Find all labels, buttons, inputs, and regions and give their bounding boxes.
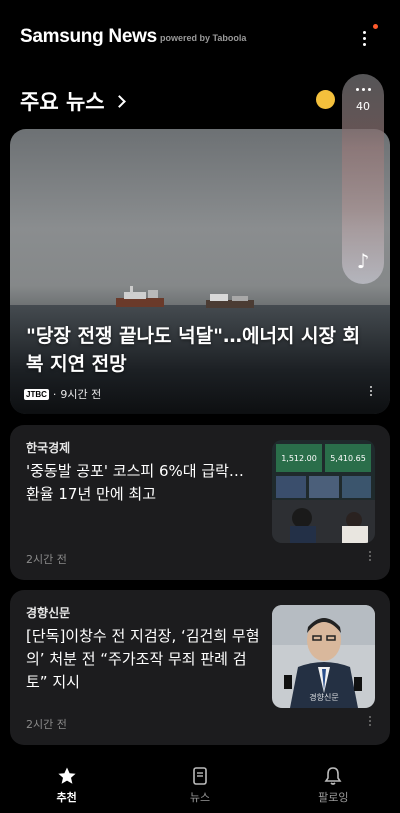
thumb-watermark: 경향신문 xyxy=(309,692,338,702)
news-headline[interactable]: '중동발 공포' 코스피 6%대 급락… 환율 17년 만에 최고 xyxy=(26,460,262,506)
jtbc-logo-icon: JTBC xyxy=(24,388,49,400)
bell-icon xyxy=(324,767,342,785)
nav-tab-news[interactable]: 뉴스 xyxy=(133,758,266,813)
more-options-icon[interactable] xyxy=(369,716,371,726)
news-icon xyxy=(193,767,207,785)
powered-by-label: powered by Taboola xyxy=(160,33,247,43)
news-source: 경향신문 xyxy=(26,606,71,620)
thumb-label-kospi: 5,410.65 xyxy=(330,454,366,463)
music-note-icon[interactable]: ♪ xyxy=(350,248,376,274)
news-thumbnail: 1,512.00 5,410.65 xyxy=(272,440,375,543)
hero-news-card[interactable]: "당장 전쟁 끝나도 넉달"…에너지 시장 회복 지연 전망 JTBC · 9시… xyxy=(10,129,390,414)
more-options-icon[interactable] xyxy=(369,551,371,561)
ship-image xyxy=(116,286,164,307)
thumb-label-usd: 1,512.00 xyxy=(281,454,317,463)
nav-tab-following[interactable]: 팔로잉 xyxy=(267,758,400,813)
separator-dot: · xyxy=(52,387,57,401)
nav-label: 추천 xyxy=(56,791,77,804)
brand-logo[interactable]: Samsung News xyxy=(20,26,157,48)
hero-time: 9시간 전 xyxy=(60,388,102,401)
more-vert-icon[interactable] xyxy=(352,26,376,50)
hero-meta: JTBC · 9시간 전 xyxy=(24,386,101,402)
chevron-right-icon xyxy=(112,94,126,108)
nav-label: 팔로잉 xyxy=(318,791,349,804)
bottom-navigation: 추천 뉴스 팔로잉 xyxy=(0,758,400,813)
hero-headline[interactable]: "당장 전쟁 끝나도 넉달"…에너지 시장 회복 지연 전망 xyxy=(26,322,376,378)
news-headline[interactable]: [단독]이창수 전 지검장, ‘김건희 무혐의’ 처분 전 “주가조작 무죄 판… xyxy=(26,625,262,694)
news-time: 2시간 전 xyxy=(26,553,67,566)
section-title-link[interactable]: 주요 뉴스 xyxy=(20,86,126,116)
news-thumbnail: 경향신문 xyxy=(272,605,375,708)
news-source: 한국경제 xyxy=(26,441,71,455)
nav-tab-recommend[interactable]: 추천 xyxy=(0,758,133,813)
star-icon xyxy=(58,767,76,784)
floating-music-widget[interactable]: 40 ♪ xyxy=(342,74,384,284)
widget-menu-icon[interactable] xyxy=(342,88,384,91)
section-title: 주요 뉴스 xyxy=(20,90,105,114)
app-header: Samsung News powered by Taboola xyxy=(0,0,400,72)
notification-dot xyxy=(373,24,378,29)
news-card[interactable]: 한국경제 '중동발 공포' 코스피 6%대 급락… 환율 17년 만에 최고 2… xyxy=(10,425,390,580)
widget-count: 40 xyxy=(356,100,370,113)
news-time: 2시간 전 xyxy=(26,718,67,731)
news-card[interactable]: 경향신문 [단독]이창수 전 지검장, ‘김건희 무혐의’ 처분 전 “주가조작… xyxy=(10,590,390,745)
weather-sun-icon[interactable] xyxy=(316,90,335,109)
more-options-icon[interactable] xyxy=(370,386,372,396)
ship-image xyxy=(206,294,254,308)
nav-label: 뉴스 xyxy=(189,791,211,804)
